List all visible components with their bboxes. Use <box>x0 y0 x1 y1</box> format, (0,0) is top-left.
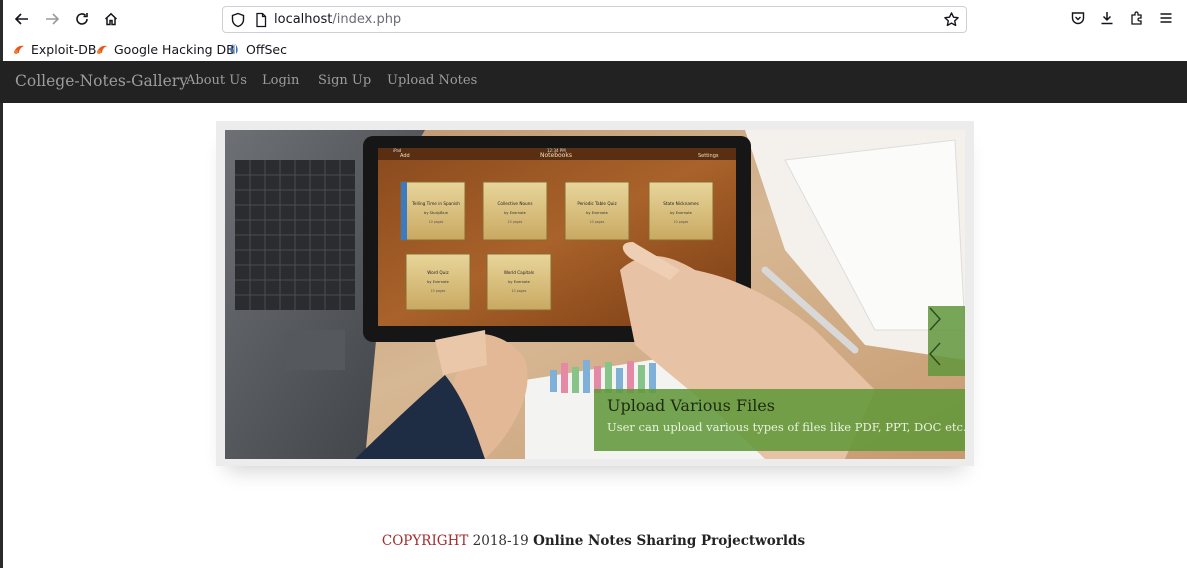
bookmark-exploit-db[interactable]: Exploit-DB <box>13 40 96 58</box>
footer-copyright-label: COPYRIGHT <box>381 533 469 549</box>
chevron-left-icon <box>929 342 941 366</box>
bookmark-star-icon[interactable] <box>943 11 960 28</box>
brand-link[interactable]: College-Notes-Gallery <box>15 72 188 90</box>
reload-button[interactable] <box>71 8 93 30</box>
notebook-author: by Evernote <box>670 211 692 215</box>
caption-text: User can upload various types of files l… <box>607 420 965 434</box>
page-info-icon[interactable] <box>253 12 269 28</box>
back-arrow-icon <box>14 13 28 25</box>
carousel-caption: Upload Various Files User can upload var… <box>594 389 965 451</box>
menu-button[interactable] <box>1158 10 1176 28</box>
nav-link-sign-up[interactable]: Sign Up <box>318 73 371 88</box>
bookmark-offsec[interactable]: OffSec <box>228 40 287 58</box>
url-bar[interactable]: localhost/index.php <box>222 6 967 33</box>
tablet-notebook-2: Collective Nouns by Evernote 10 pages <box>482 181 548 241</box>
back-button[interactable] <box>11 8 33 30</box>
tablet-nav-title: Notebooks <box>540 152 572 159</box>
footer: COPYRIGHT 2018-19 Online Notes Sharing P… <box>0 533 1187 549</box>
ghdb-icon <box>97 45 107 54</box>
chevron-right-icon <box>929 307 941 331</box>
notebook-author: by Evernote <box>504 211 526 215</box>
notebook-pages: 10 pages <box>590 220 605 224</box>
carousel-prev-button[interactable] <box>928 341 965 376</box>
bookmarks-toolbar: Exploit-DB Google Hacking DB OffSec <box>0 38 1187 60</box>
bookmark-google-hacking-db[interactable]: Google Hacking DB <box>96 40 235 58</box>
notebook-title: Word Quiz <box>427 270 449 275</box>
forward-button[interactable] <box>41 8 63 30</box>
footer-owner: Online Notes Sharing Projectworlds <box>533 533 806 549</box>
notebook-author: by StudyBlue <box>424 211 449 215</box>
hamburger-menu-icon <box>1160 13 1172 23</box>
tablet-notebook-4: State Nicknames by Evernote 10 pages <box>648 181 714 241</box>
notebook-title: Periodic Table Quiz <box>577 201 617 206</box>
notebook-pages: 10 pages <box>512 289 527 293</box>
url-text[interactable]: localhost/index.php <box>274 12 401 27</box>
bookmark-label: Exploit-DB <box>31 41 97 57</box>
tablet-notebook-1: Telling Time in Spanish by StudyBlue 10 … <box>400 181 466 241</box>
tablet-notebook-5: Word Quiz by Evernote 10 pages <box>405 253 471 311</box>
reload-icon <box>76 13 88 25</box>
browser-toolbar: localhost/index.php <box>0 0 1187 38</box>
notebook-title: Collective Nouns <box>497 201 532 206</box>
url-path: /index.php <box>332 12 402 27</box>
tablet-status-left: iPad <box>393 148 402 153</box>
url-host: localhost <box>274 12 333 27</box>
offsec-icon <box>230 43 238 54</box>
nav-link-about-us[interactable]: About Us <box>186 73 247 88</box>
carousel-next-button[interactable] <box>928 306 965 341</box>
tablet-status-time: 12:34 PM <box>547 148 566 153</box>
tablet-notebook-6: World Capitals by Evernote 10 pages <box>486 253 552 311</box>
home-icon <box>104 12 118 26</box>
tablet-notebook-3: Periodic Table Quiz by Evernote 10 pages <box>564 181 630 241</box>
notebook-pages: 10 pages <box>674 220 689 224</box>
notebook-author: by Evernote <box>508 280 530 284</box>
notebook-title: World Capitals <box>504 270 534 275</box>
notebook-pages: 10 pages <box>508 220 523 224</box>
notebook-author: by Evernote <box>427 280 449 284</box>
tablet-nav-right: Settings <box>698 153 719 159</box>
pocket-button[interactable] <box>1070 10 1088 28</box>
bookmark-label: Google Hacking DB <box>114 41 235 57</box>
pocket-icon <box>1071 12 1085 25</box>
caption-title: Upload Various Files <box>607 396 775 415</box>
tablet-nav-left: Add <box>400 153 410 159</box>
notebook-author: by Evernote <box>586 211 608 215</box>
downloads-button[interactable] <box>1099 10 1117 28</box>
notebook-title: Telling Time in Spanish <box>411 201 460 206</box>
carousel: Add Notebooks Settings iPad 12:34 PM Tel… <box>216 121 974 466</box>
download-icon <box>1101 12 1113 25</box>
bookmark-label: OffSec <box>246 41 287 57</box>
extensions-button[interactable] <box>1129 10 1147 28</box>
notebook-pages: 10 pages <box>429 220 444 224</box>
notebook-title: State Nicknames <box>663 201 699 206</box>
footer-years: 2018-19 <box>472 533 529 549</box>
extensions-puzzle-icon <box>1131 11 1142 25</box>
forward-arrow-icon <box>46 13 60 25</box>
nav-link-upload-notes[interactable]: Upload Notes <box>387 73 477 88</box>
exploit-db-icon <box>14 45 24 54</box>
site-navbar: College-Notes-Gallery About Us Login Sig… <box>0 61 1187 103</box>
notebook-pages: 10 pages <box>431 289 446 293</box>
home-button[interactable] <box>100 8 122 30</box>
tracking-shield-icon[interactable] <box>230 12 246 28</box>
nav-link-login[interactable]: Login <box>262 73 299 88</box>
carousel-slide: Add Notebooks Settings iPad 12:34 PM Tel… <box>225 130 965 459</box>
